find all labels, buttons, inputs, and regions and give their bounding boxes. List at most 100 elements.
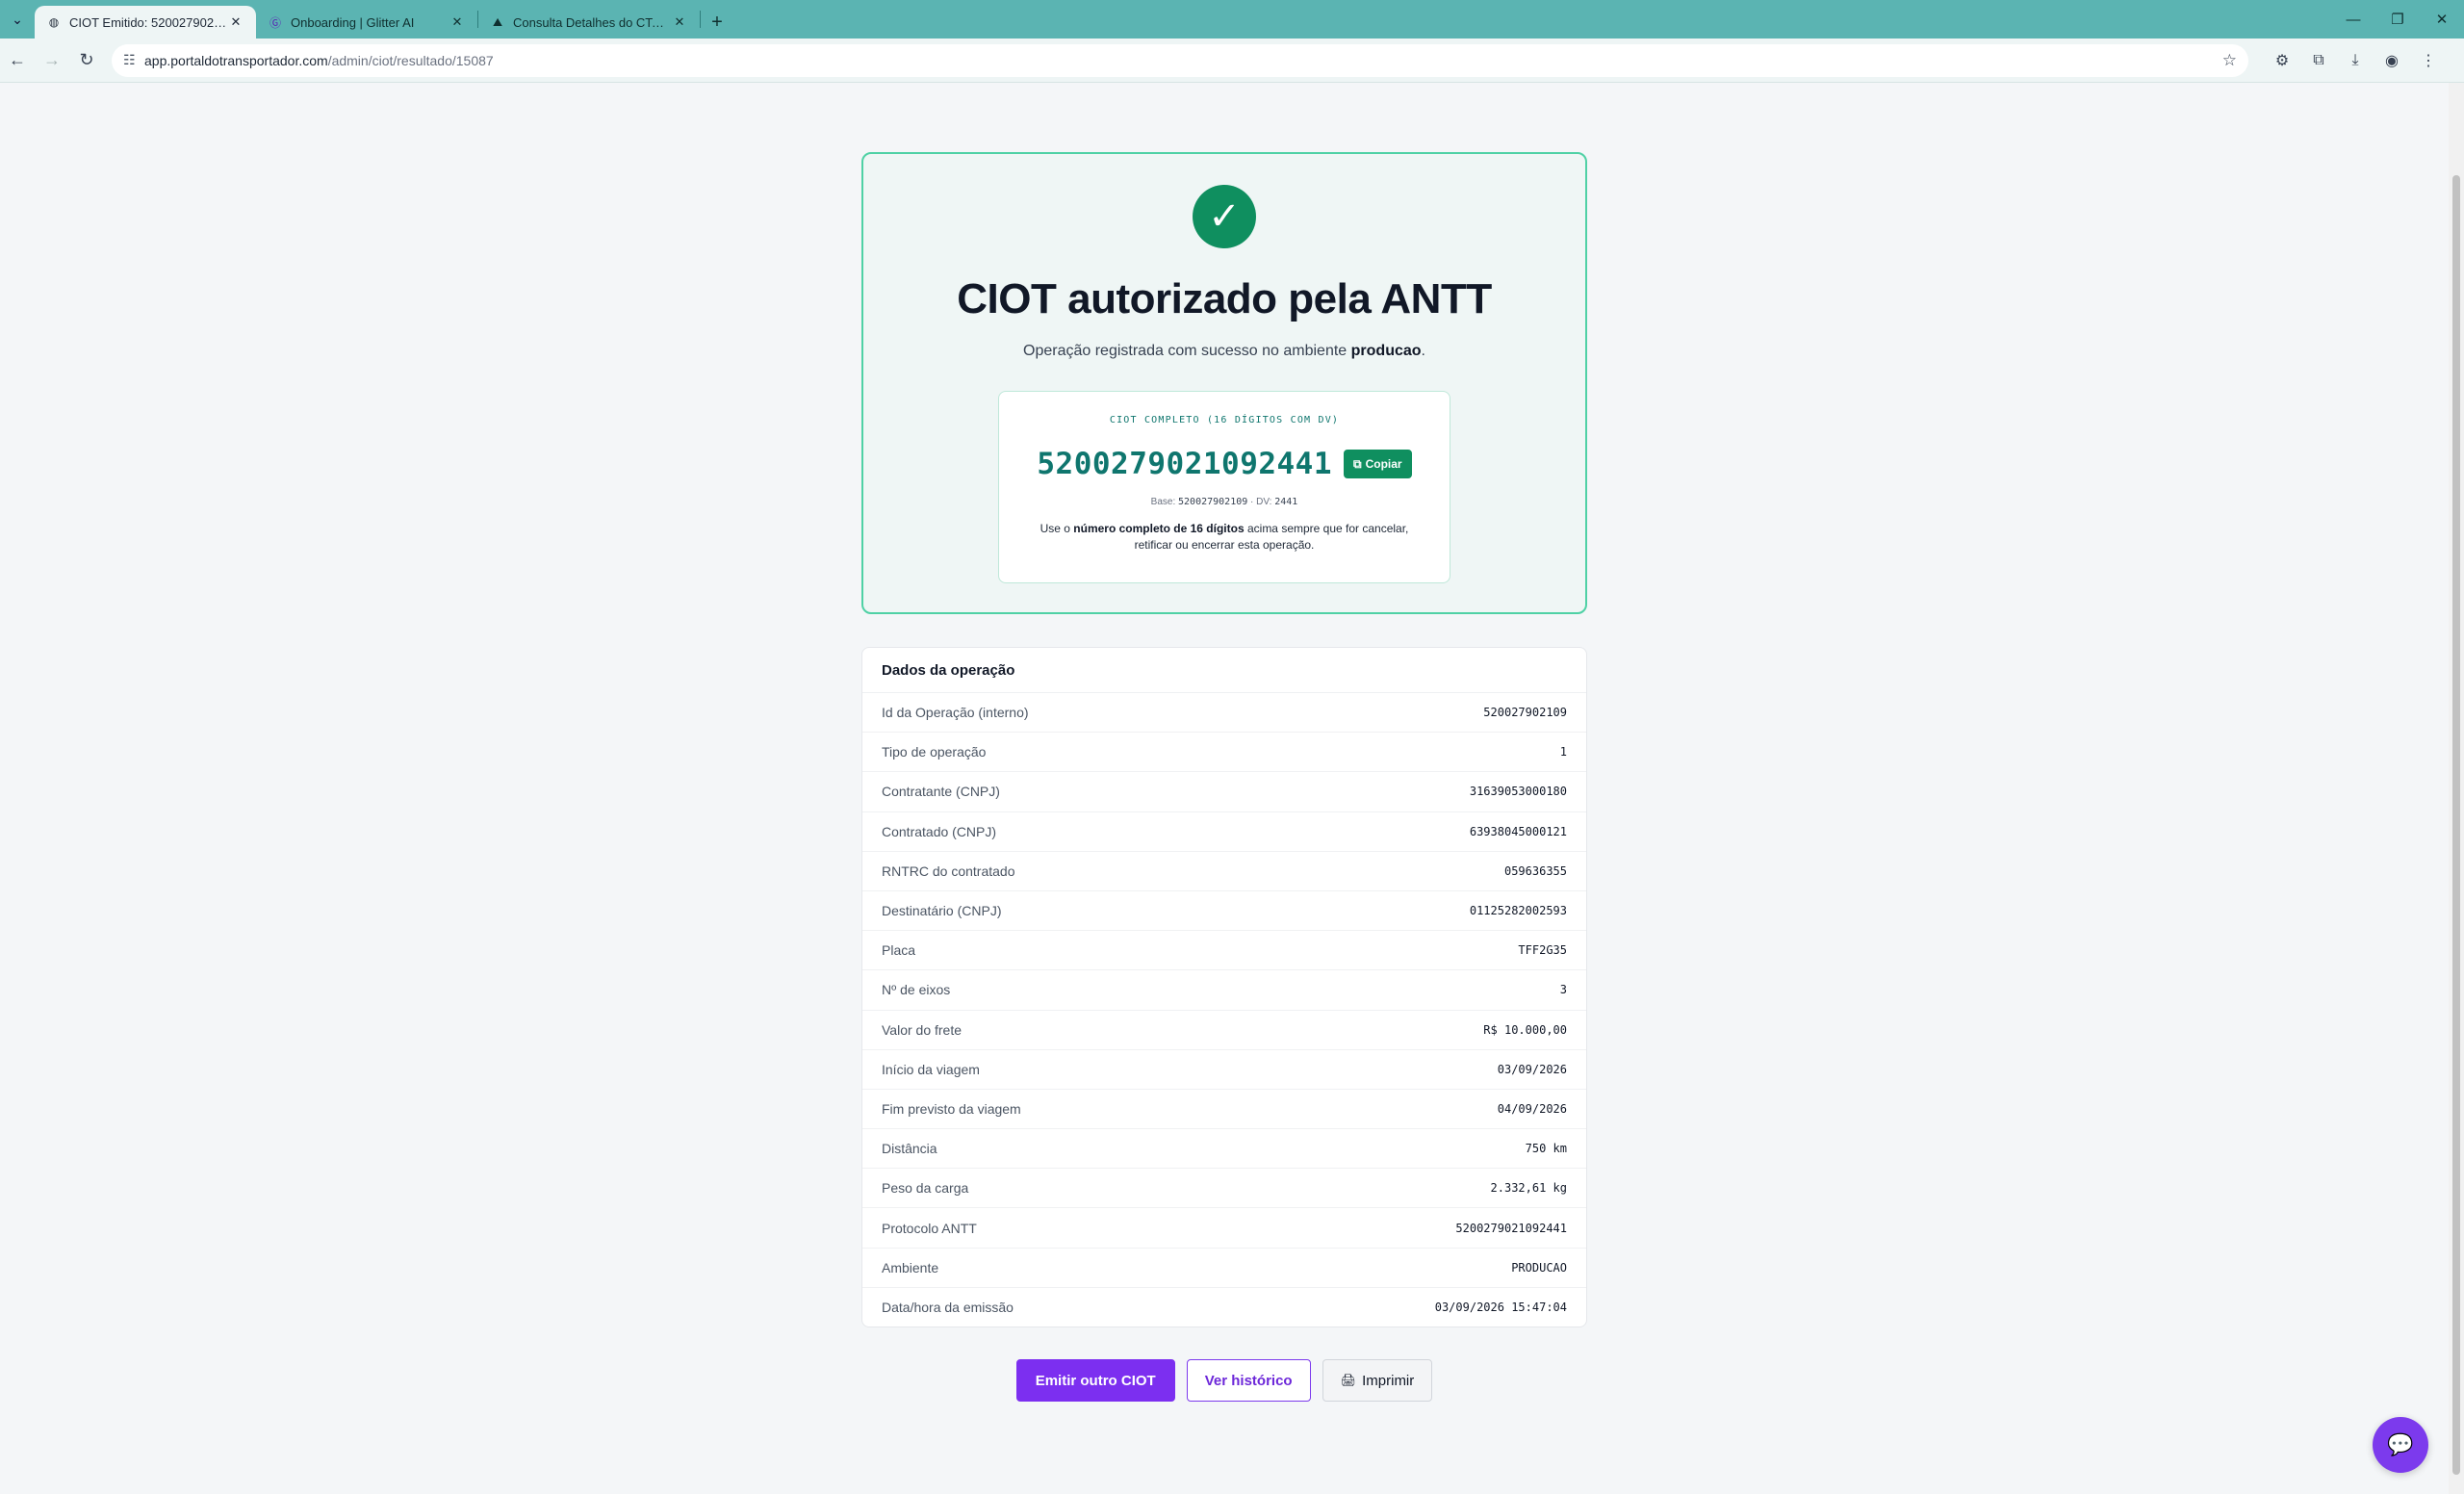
browser-toolbar: ← → ↻ ☷ app.portaldotransportador.com/ad… bbox=[0, 39, 2464, 83]
ciot-usage-note: Use o número completo de 16 dígitos acim… bbox=[1032, 521, 1417, 554]
data-row-value: 750 km bbox=[1525, 1142, 1567, 1156]
data-row-label: Destinatário (CNPJ) bbox=[882, 903, 1002, 919]
data-row-value: TFF2G35 bbox=[1518, 943, 1567, 958]
data-row-value: 1 bbox=[1559, 745, 1567, 760]
environment-name: producao bbox=[1350, 343, 1422, 359]
data-row: Protocolo ANTT 5200279021092441 bbox=[862, 1208, 1586, 1249]
page-title: CIOT autorizado pela ANTT bbox=[957, 275, 1492, 322]
dv-label: · DV: bbox=[1247, 497, 1275, 507]
action-buttons: Emitir outro CIOT Ver histórico 🖨 Imprim… bbox=[0, 1359, 2449, 1402]
ciot-label: CIOT COMPLETO (16 DÍGITOS COM DV) bbox=[1109, 415, 1340, 425]
address-bar[interactable]: ☷ app.portaldotransportador.com/admin/ci… bbox=[112, 43, 2248, 77]
note-bold: número completo de 16 dígitos bbox=[1073, 522, 1245, 535]
scrollbar-thumb[interactable] bbox=[2452, 175, 2460, 1475]
chat-support-button[interactable]: 💬 bbox=[2373, 1417, 2428, 1473]
ciot-number-box: CIOT COMPLETO (16 DÍGITOS COM DV) 520027… bbox=[998, 391, 1450, 583]
more-menu-icon[interactable]: ⋮ bbox=[2410, 43, 2447, 78]
close-window-icon[interactable]: ✕ bbox=[2420, 0, 2464, 39]
data-row-label: Peso da carga bbox=[882, 1180, 969, 1197]
data-row-value: 63938045000121 bbox=[1469, 824, 1567, 838]
extension-gear-icon[interactable]: ⚙ bbox=[2264, 43, 2300, 78]
minimize-icon[interactable]: — bbox=[2331, 0, 2375, 39]
data-row: Placa TFF2G35 bbox=[862, 931, 1586, 971]
data-row: Ambiente PRODUCAO bbox=[862, 1249, 1586, 1288]
restore-icon[interactable]: ❐ bbox=[2375, 0, 2420, 39]
glitter-logo-icon: Ⓖ bbox=[269, 15, 281, 30]
copy-label: Copiar bbox=[1365, 457, 1402, 471]
tab-consulta-cte[interactable]: ⛰ Consulta Detalhes do CTe - ERP ✕ bbox=[478, 6, 700, 39]
url-host: app.portaldotransportador.com bbox=[144, 52, 328, 68]
data-row-value: 3 bbox=[1559, 983, 1567, 997]
tab-onboarding[interactable]: Ⓖ Onboarding | Glitter AI ✕ bbox=[256, 6, 477, 39]
data-row: Id da Operação (interno) 520027902109 bbox=[862, 693, 1586, 734]
data-row-label: Contratado (CNPJ) bbox=[882, 823, 997, 839]
print-label: Imprimir bbox=[1362, 1372, 1415, 1389]
close-tab-icon[interactable]: ✕ bbox=[671, 14, 688, 30]
dv-value: 2441 bbox=[1274, 497, 1298, 507]
data-row-label: Protocolo ANTT bbox=[882, 1220, 977, 1236]
printer-icon: 🖨 bbox=[1340, 1373, 1357, 1387]
data-row-value: 520027902109 bbox=[1483, 706, 1567, 720]
chat-bubble-icon: 💬 bbox=[2387, 1432, 2414, 1456]
toolbar-actions: ⚙ ⧉ ⤓ ◉ ⋮ bbox=[2264, 43, 2447, 78]
browser-tab-bar: ⌄ ◍ CIOT Emitido: 520027902109 – ✕ Ⓖ Onb… bbox=[0, 0, 2464, 39]
close-tab-icon[interactable]: ✕ bbox=[449, 14, 466, 30]
reload-icon[interactable]: ↻ bbox=[69, 43, 104, 78]
copy-button[interactable]: ⧉ Copiar bbox=[1344, 450, 1412, 478]
data-row-label: Placa bbox=[882, 942, 916, 959]
operation-data-card: Dados da operação Id da Operação (intern… bbox=[861, 647, 1587, 1327]
data-row-label: RNTRC do contratado bbox=[882, 863, 1015, 879]
site-info-icon[interactable]: ☷ bbox=[123, 52, 144, 68]
profile-avatar-icon[interactable]: ◉ bbox=[2374, 43, 2410, 78]
data-row-label: Início da viagem bbox=[882, 1061, 980, 1077]
data-row-value: 059636355 bbox=[1503, 863, 1567, 878]
tab-search-icon[interactable]: ⌄ bbox=[0, 0, 35, 39]
back-arrow-icon[interactable]: ← bbox=[0, 43, 35, 78]
data-row: Contratante (CNPJ) 31639053000180 bbox=[862, 772, 1586, 812]
copy-icon: ⧉ bbox=[1353, 456, 1362, 471]
globe-icon: ◍ bbox=[48, 15, 60, 29]
data-row-label: Fim previsto da viagem bbox=[882, 1100, 1021, 1117]
tab-ciot-emitido[interactable]: ◍ CIOT Emitido: 520027902109 – ✕ bbox=[35, 6, 256, 39]
data-row-value: 04/09/2026 bbox=[1497, 1101, 1567, 1116]
data-row-value: 01125282002593 bbox=[1469, 904, 1567, 918]
subtitle-text: Operação registrada com sucesso no ambie… bbox=[1023, 343, 1351, 359]
data-row-label: Distância bbox=[882, 1141, 937, 1157]
data-row-value: PRODUCAO bbox=[1511, 1260, 1567, 1275]
success-subtitle: Operação registrada com sucesso no ambie… bbox=[863, 343, 1585, 360]
forward-arrow-icon[interactable]: → bbox=[35, 43, 69, 78]
base-value: 520027902109 bbox=[1178, 497, 1248, 507]
data-row-label: Valor do frete bbox=[882, 1021, 962, 1038]
ciot-row: 5200279021092441 ⧉ Copiar bbox=[999, 447, 1450, 481]
close-tab-icon[interactable]: ✕ bbox=[227, 14, 244, 30]
subtitle-end: . bbox=[1421, 343, 1425, 359]
page-scrollbar[interactable] bbox=[2449, 83, 2464, 1494]
data-row-label: Ambiente bbox=[882, 1259, 939, 1275]
emit-another-ciot-button[interactable]: Emitir outro CIOT bbox=[1015, 1359, 1175, 1402]
data-row-value: 31639053000180 bbox=[1469, 785, 1567, 799]
data-row-value: 03/09/2026 bbox=[1497, 1062, 1567, 1076]
download-icon[interactable]: ⤓ bbox=[2337, 43, 2374, 78]
view-history-button[interactable]: Ver histórico bbox=[1186, 1359, 1311, 1402]
base-label: Base: bbox=[1150, 497, 1179, 507]
data-row-value: 2.332,61 kg bbox=[1490, 1181, 1567, 1196]
bookmark-star-icon[interactable]: ☆ bbox=[2222, 51, 2237, 70]
data-row-label: Tipo de operação bbox=[882, 744, 987, 760]
data-row: RNTRC do contratado 059636355 bbox=[862, 852, 1586, 891]
ciot-number: 5200279021092441 bbox=[1037, 447, 1333, 481]
data-row-value: 03/09/2026 15:47:04 bbox=[1434, 1301, 1567, 1315]
print-button[interactable]: 🖨 Imprimir bbox=[1322, 1359, 1433, 1402]
tab-title: Consulta Detalhes do CTe - ERP bbox=[513, 14, 671, 30]
data-row: Distância 750 km bbox=[862, 1129, 1586, 1170]
extensions-puzzle-icon[interactable]: ⧉ bbox=[2300, 43, 2337, 78]
ciot-base-info: Base: 520027902109 · DV: 2441 bbox=[999, 497, 1450, 507]
data-row-value: R$ 10.000,00 bbox=[1483, 1022, 1567, 1037]
data-row-label: Id da Operação (interno) bbox=[882, 705, 1029, 721]
new-tab-plus-icon[interactable]: + bbox=[701, 6, 733, 39]
success-card: ✓ CIOT autorizado pela ANTT Operação reg… bbox=[861, 152, 1587, 614]
data-row: Início da viagem 03/09/2026 bbox=[862, 1050, 1586, 1090]
data-row: Nº de eixos 3 bbox=[862, 970, 1586, 1011]
data-row: Fim previsto da viagem 04/09/2026 bbox=[862, 1090, 1586, 1130]
success-check-icon: ✓ bbox=[1193, 185, 1256, 248]
data-row-label: Contratante (CNPJ) bbox=[882, 784, 1000, 800]
